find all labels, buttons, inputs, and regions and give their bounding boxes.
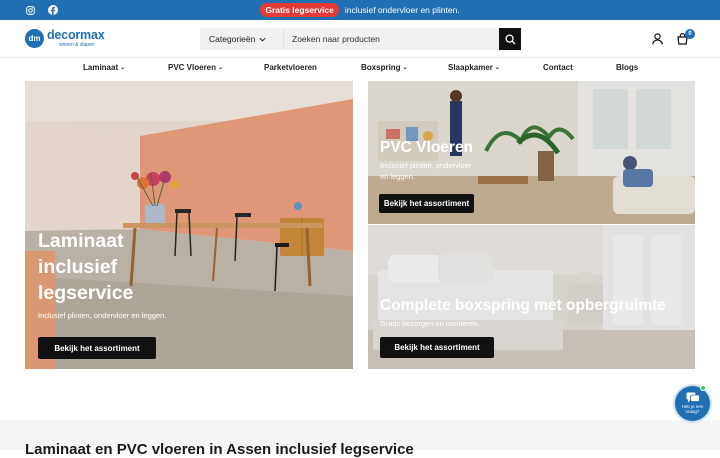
chat-bubble-icon (686, 392, 700, 403)
search-bar: Categorieën (200, 28, 521, 50)
category-select[interactable]: Categorieën (200, 28, 283, 50)
promo-banner: Gratis legservice inclusief ondervloer e… (0, 0, 720, 20)
pvc-tile-title: PVC Vloeren (380, 139, 474, 156)
nav-item-label: Parketvloeren (264, 63, 317, 72)
pvc-tile-subtitle: Inclusief plinten, ondervloer en leggen. (380, 161, 472, 181)
nav-item-label: PVC Vloeren (168, 63, 217, 72)
nav-item-label: Blogs (616, 63, 639, 72)
laminaat-tile-subtitle: Inclusief plinten, ondervloer en leggen. (38, 310, 167, 320)
online-status-dot (700, 385, 706, 391)
cart-count-badge: 0 (685, 29, 695, 39)
boxspring-tile-title: Complete boxspring met opbergruimte (380, 297, 666, 314)
boxspring-tile-subtitle: Gratis bezorgen en monteren. (380, 319, 480, 328)
chevron-down-icon: ⌄ (402, 65, 408, 71)
nav-item-label: Slaapkamer (448, 63, 493, 72)
chat-widget-button[interactable]: Heb je een vraag? (675, 386, 710, 421)
nav-item-blogs[interactable]: Blogs (616, 63, 638, 72)
chevron-down-icon (259, 37, 266, 42)
logo-mark: dm (25, 29, 44, 48)
logo-name: decormax (47, 28, 105, 43)
logo[interactable]: dm decormax wonen & slapen (25, 28, 105, 48)
search-input[interactable] (283, 28, 499, 50)
top-bar: Gratis legservice inclusief ondervloer e… (0, 0, 720, 20)
category-select-label: Categorieën (209, 34, 256, 44)
main-nav: Laminaat ⌄ PVC Vloeren ⌄ Parketvloeren Box… (0, 57, 720, 79)
nav-item-contact[interactable]: Contact (543, 63, 573, 72)
promo-text: inclusief ondervloer en plinten. (344, 5, 460, 15)
nav-item-label: Boxspring (361, 63, 401, 72)
chevron-down-icon: ⌄ (120, 65, 126, 71)
laminaat-promo-tile[interactable]: Laminaat inclusief legservice Inclusief … (25, 81, 353, 369)
laminaat-tile-title: Laminaat inclusief legservice (38, 230, 134, 304)
pvc-assortiment-button[interactable]: Bekijk het assortiment (379, 194, 474, 213)
pvc-tile-content: PVC Vloeren Inclusief plinten, ondervloe… (380, 139, 580, 182)
nav-item-boxspring[interactable]: Boxspring ⌄ (361, 63, 408, 72)
chat-widget-label: Heb je een vraag? (681, 404, 704, 414)
nav-item-parketvloeren[interactable]: Parketvloeren (264, 63, 317, 72)
boxspring-tile-content: Complete boxspring met opbergruimte Grat… (380, 297, 690, 328)
nav-item-laminaat[interactable]: Laminaat ⌄ (83, 63, 125, 72)
laminaat-tile-content: Laminaat inclusief legservice Inclusief … (38, 229, 338, 320)
pvc-promo-tile[interactable]: PVC Vloeren Inclusief plinten, ondervloe… (368, 81, 695, 224)
nav-item-slaapkamer[interactable]: Slaapkamer ⌄ (448, 63, 500, 72)
boxspring-assortiment-button[interactable]: Bekijk het assortiment (380, 337, 494, 358)
chevron-down-icon: ⌄ (494, 65, 500, 71)
logo-tagline: wonen & slapen (59, 41, 95, 48)
promo-badge: Gratis legservice (260, 3, 339, 17)
account-icon[interactable] (650, 32, 664, 46)
site-header: dm decormax wonen & slapen Categorieën (0, 20, 720, 57)
nav-item-label: Contact (543, 63, 573, 72)
laminaat-room-image (25, 81, 353, 369)
chevron-down-icon: ⌄ (218, 65, 224, 71)
nav-item-label: Laminaat (83, 63, 119, 72)
laminaat-assortiment-button[interactable]: Bekijk het assortiment (38, 337, 156, 359)
search-button[interactable] (499, 28, 521, 50)
boxspring-promo-tile[interactable]: Complete boxspring met opbergruimte Grat… (368, 225, 695, 369)
nav-item-pvc-vloeren[interactable]: PVC Vloeren ⌄ (168, 63, 223, 72)
search-icon (504, 33, 516, 45)
